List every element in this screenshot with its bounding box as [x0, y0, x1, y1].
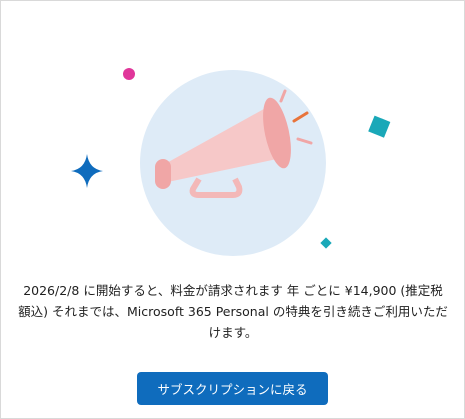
megaphone-illustration: [71, 68, 391, 256]
subscription-dialog: 2026/2/8 に開始すると、料金が請求されます 年 ごとに ¥14,900 …: [0, 0, 465, 419]
confetti-dot-icon: [123, 68, 135, 80]
confetti-square-icon: [368, 115, 391, 138]
confetti-diamond-icon: [320, 237, 332, 249]
billing-message: 2026/2/8 に開始すると、料金が請求されます 年 ごとに ¥14,900 …: [18, 282, 448, 340]
back-to-subscriptions-button[interactable]: サブスクリプションに戻る: [137, 372, 328, 405]
sparkle-icon: [71, 154, 103, 188]
